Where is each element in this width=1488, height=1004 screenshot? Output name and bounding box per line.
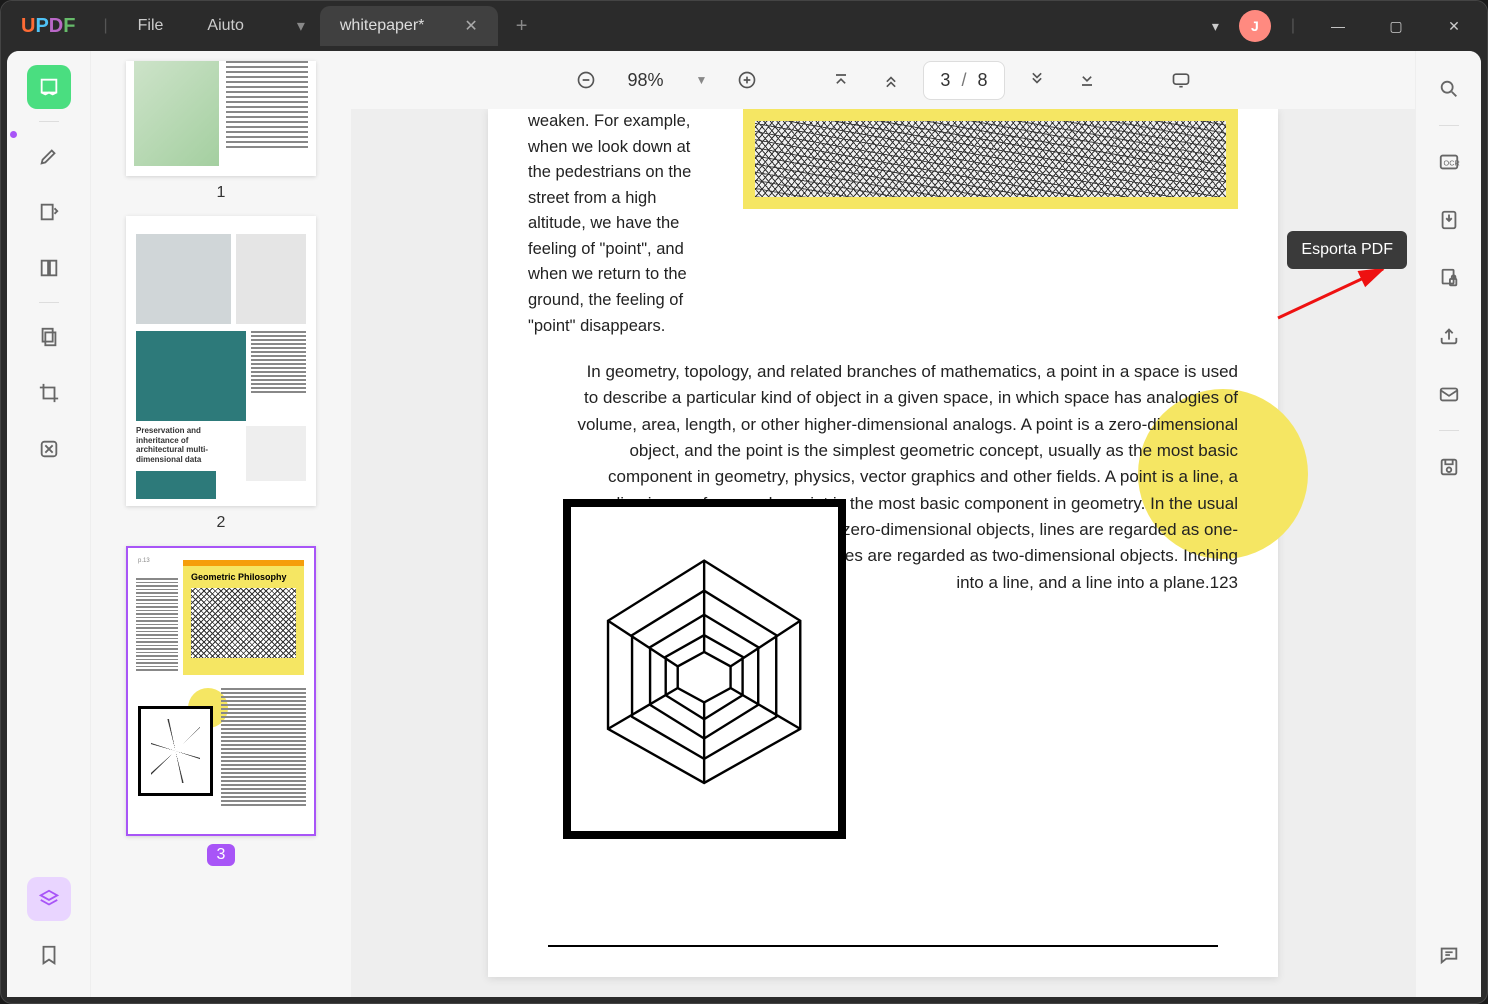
highlight-tool-button[interactable] bbox=[27, 134, 71, 178]
thumbnail-item[interactable]: 1 bbox=[107, 61, 335, 202]
svg-text:OCR: OCR bbox=[1443, 159, 1459, 168]
app-logo: UPDF bbox=[1, 15, 95, 38]
presentation-button[interactable] bbox=[1163, 62, 1199, 98]
close-button[interactable]: ✕ bbox=[1431, 3, 1477, 49]
export-pdf-button[interactable] bbox=[1427, 198, 1471, 242]
share-button[interactable] bbox=[1427, 314, 1471, 358]
thumbnail-item[interactable]: p.13 Geometric Philosophy 3 bbox=[107, 546, 335, 866]
next-page-button[interactable] bbox=[1019, 62, 1055, 98]
titlebar: UPDF | File Aiuto ▾ whitepaper* ✕ + ▾ J … bbox=[1, 1, 1487, 51]
page-footer-rule bbox=[548, 945, 1218, 947]
ocr-button[interactable]: OCR bbox=[1427, 140, 1471, 184]
pages-tool-button[interactable] bbox=[27, 246, 71, 290]
menu-help[interactable]: Aiuto bbox=[185, 17, 265, 35]
save-button[interactable] bbox=[1427, 445, 1471, 489]
first-page-button[interactable] bbox=[823, 62, 859, 98]
main-area: 98% ▼ 3 / 8 bbox=[351, 51, 1415, 997]
mesh-image bbox=[743, 109, 1238, 209]
add-tab-button[interactable]: + bbox=[498, 15, 546, 38]
left-rail bbox=[7, 51, 91, 997]
workspace: 1 Preservation and inheritance of archit… bbox=[7, 51, 1481, 997]
zoom-value: 98% bbox=[618, 70, 674, 91]
export-tooltip: Esporta PDF bbox=[1287, 231, 1407, 269]
paragraph-left: weaken. For example, when we look down a… bbox=[528, 109, 713, 339]
thumb2-heading: Preservation and inheritance of architec… bbox=[136, 426, 236, 464]
zoom-out-button[interactable] bbox=[568, 62, 604, 98]
page-toolbar: 98% ▼ 3 / 8 bbox=[351, 51, 1415, 109]
close-icon[interactable]: ✕ bbox=[464, 16, 477, 36]
compress-tool-button[interactable] bbox=[27, 315, 71, 359]
tab-title: whitepaper* bbox=[340, 17, 425, 35]
edit-tool-button[interactable] bbox=[27, 190, 71, 234]
thumbnail-page-number: 3 bbox=[207, 844, 236, 866]
email-button[interactable] bbox=[1427, 372, 1471, 416]
document-viewport[interactable]: weaken. For example, when we look down a… bbox=[351, 109, 1415, 997]
avatar[interactable]: J bbox=[1239, 10, 1271, 42]
spiral-image bbox=[563, 499, 846, 839]
zoom-dropdown-icon[interactable]: ▼ bbox=[688, 73, 716, 87]
crop-tool-button[interactable] bbox=[27, 371, 71, 415]
page-input[interactable]: 3 / 8 bbox=[923, 61, 1004, 100]
app-window: UPDF | File Aiuto ▾ whitepaper* ✕ + ▾ J … bbox=[0, 0, 1488, 1004]
maximize-button[interactable]: ▢ bbox=[1373, 3, 1419, 49]
minimize-button[interactable]: ― bbox=[1315, 3, 1361, 49]
protect-button[interactable] bbox=[1427, 256, 1471, 300]
thumbnail-item[interactable]: Preservation and inheritance of architec… bbox=[107, 216, 335, 532]
side-indicator-dot bbox=[10, 131, 17, 138]
right-rail: OCR bbox=[1415, 51, 1481, 997]
layers-button[interactable] bbox=[27, 877, 71, 921]
last-page-button[interactable] bbox=[1069, 62, 1105, 98]
tab-active[interactable]: whitepaper* ✕ bbox=[320, 6, 498, 46]
menu-file[interactable]: File bbox=[116, 17, 186, 35]
thumbnail-page-number: 1 bbox=[217, 184, 226, 202]
chevron-down-icon[interactable]: ▾ bbox=[1204, 10, 1227, 43]
tab-dropdown-icon[interactable]: ▾ bbox=[286, 16, 316, 36]
zoom-in-button[interactable] bbox=[729, 62, 765, 98]
thumbnail-panel[interactable]: 1 Preservation and inheritance of archit… bbox=[91, 51, 351, 997]
search-button[interactable] bbox=[1427, 67, 1471, 111]
comments-button[interactable] bbox=[1427, 933, 1471, 977]
prev-page-button[interactable] bbox=[873, 62, 909, 98]
redact-tool-button[interactable] bbox=[27, 427, 71, 471]
thumb3-heading: Geometric Philosophy bbox=[183, 566, 304, 588]
bookmark-button[interactable] bbox=[27, 933, 71, 977]
thumbnail-page-number: 2 bbox=[217, 514, 226, 532]
reader-mode-button[interactable] bbox=[27, 65, 71, 109]
tabbar: ▾ whitepaper* ✕ + bbox=[286, 6, 546, 46]
document-page: weaken. For example, when we look down a… bbox=[488, 109, 1278, 977]
